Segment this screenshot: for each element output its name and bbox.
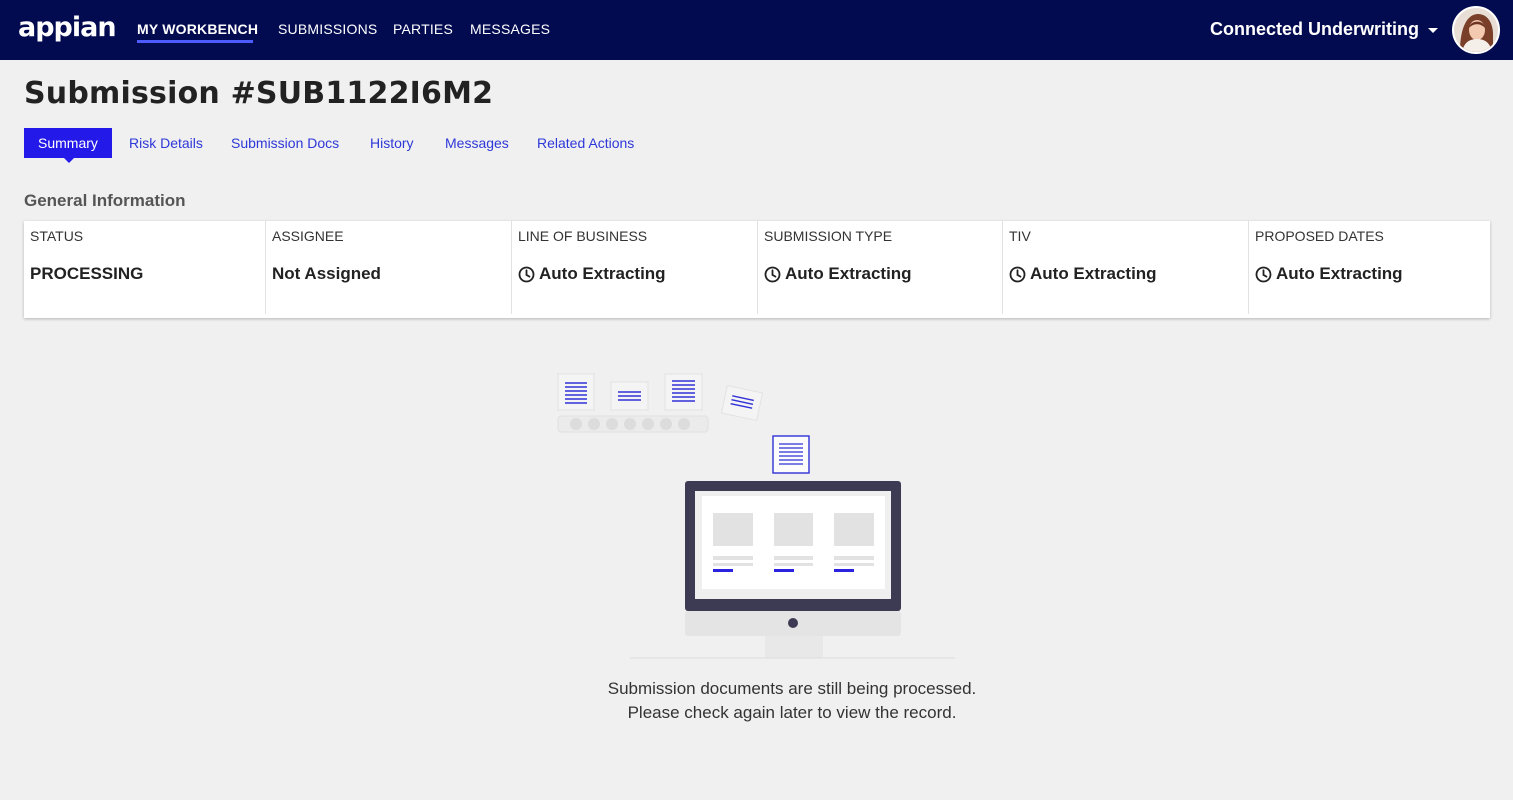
nav-submissions[interactable]: SUBMISSIONS: [278, 21, 377, 37]
general-information-card: STATUS PROCESSING ASSIGNEE Not Assigned …: [24, 221, 1490, 318]
tab-risk-details[interactable]: Risk Details: [115, 128, 217, 158]
field-value: Auto Extracting: [1009, 264, 1157, 284]
processing-illustration: [557, 373, 955, 659]
field-label: LINE OF BUSINESS: [518, 228, 648, 244]
tab-related-actions[interactable]: Related Actions: [523, 128, 648, 158]
submission-type-value: Auto Extracting: [785, 264, 912, 283]
page-title: Submission #SUB1122I6M2: [24, 76, 494, 111]
field-assignee: ASSIGNEE Not Assigned: [266, 221, 512, 314]
field-value: Auto Extracting: [1255, 264, 1403, 284]
field-value: Auto Extracting: [764, 264, 912, 284]
status-value: PROCESSING: [30, 264, 144, 283]
section-title: General Information: [24, 191, 186, 210]
user-avatar[interactable]: [1452, 6, 1500, 54]
appian-logo[interactable]: appian: [18, 12, 117, 43]
tab-summary[interactable]: Summary: [24, 128, 112, 163]
field-submission-type: SUBMISSION TYPE Auto Extracting: [758, 221, 1003, 314]
tab-messages[interactable]: Messages: [431, 128, 523, 158]
field-line-of-business: LINE OF BUSINESS Auto Extracting: [512, 221, 758, 314]
tiv-value: Auto Extracting: [1030, 264, 1157, 283]
nav-messages[interactable]: MESSAGES: [470, 21, 550, 37]
field-label: STATUS: [30, 228, 84, 244]
field-value: Auto Extracting: [518, 264, 666, 284]
field-tiv: TIV Auto Extracting: [1003, 221, 1249, 314]
clock-icon: [1255, 266, 1272, 282]
site-switcher[interactable]: Connected Underwriting: [1210, 19, 1419, 40]
tab-submission-docs[interactable]: Submission Docs: [217, 128, 353, 158]
nav-active-indicator: [137, 40, 253, 43]
field-label: TIV: [1009, 228, 1031, 244]
nav-my-workbench[interactable]: MY WORKBENCH: [137, 21, 258, 37]
tab-history[interactable]: History: [356, 128, 428, 158]
proposed-dates-value: Auto Extracting: [1276, 264, 1403, 283]
nav-parties[interactable]: PARTIES: [393, 21, 453, 37]
chevron-down-icon[interactable]: [1428, 28, 1438, 33]
field-status: STATUS PROCESSING: [24, 221, 266, 314]
field-label: SUBMISSION TYPE: [764, 228, 893, 244]
user-avatar-icon: [1454, 8, 1498, 52]
field-proposed-dates: PROPOSED DATES Auto Extracting: [1249, 221, 1490, 314]
clock-icon: [764, 266, 781, 282]
message-line-1: Submission documents are still being pro…: [607, 679, 977, 698]
top-nav-bar: appian MY WORKBENCH SUBMISSIONS PARTIES …: [0, 0, 1513, 60]
line-of-business-value: Auto Extracting: [539, 264, 666, 283]
assignee-value: Not Assigned: [272, 264, 381, 283]
clock-icon: [518, 266, 535, 282]
message-line-2: Please check again later to view the rec…: [627, 703, 957, 722]
processing-message: Submission documents are still being pro…: [490, 677, 1094, 725]
field-value: Not Assigned: [272, 264, 381, 284]
field-value: PROCESSING: [30, 264, 143, 284]
field-label: PROPOSED DATES: [1255, 228, 1384, 244]
clock-icon: [1009, 266, 1026, 282]
field-label: ASSIGNEE: [272, 228, 344, 244]
